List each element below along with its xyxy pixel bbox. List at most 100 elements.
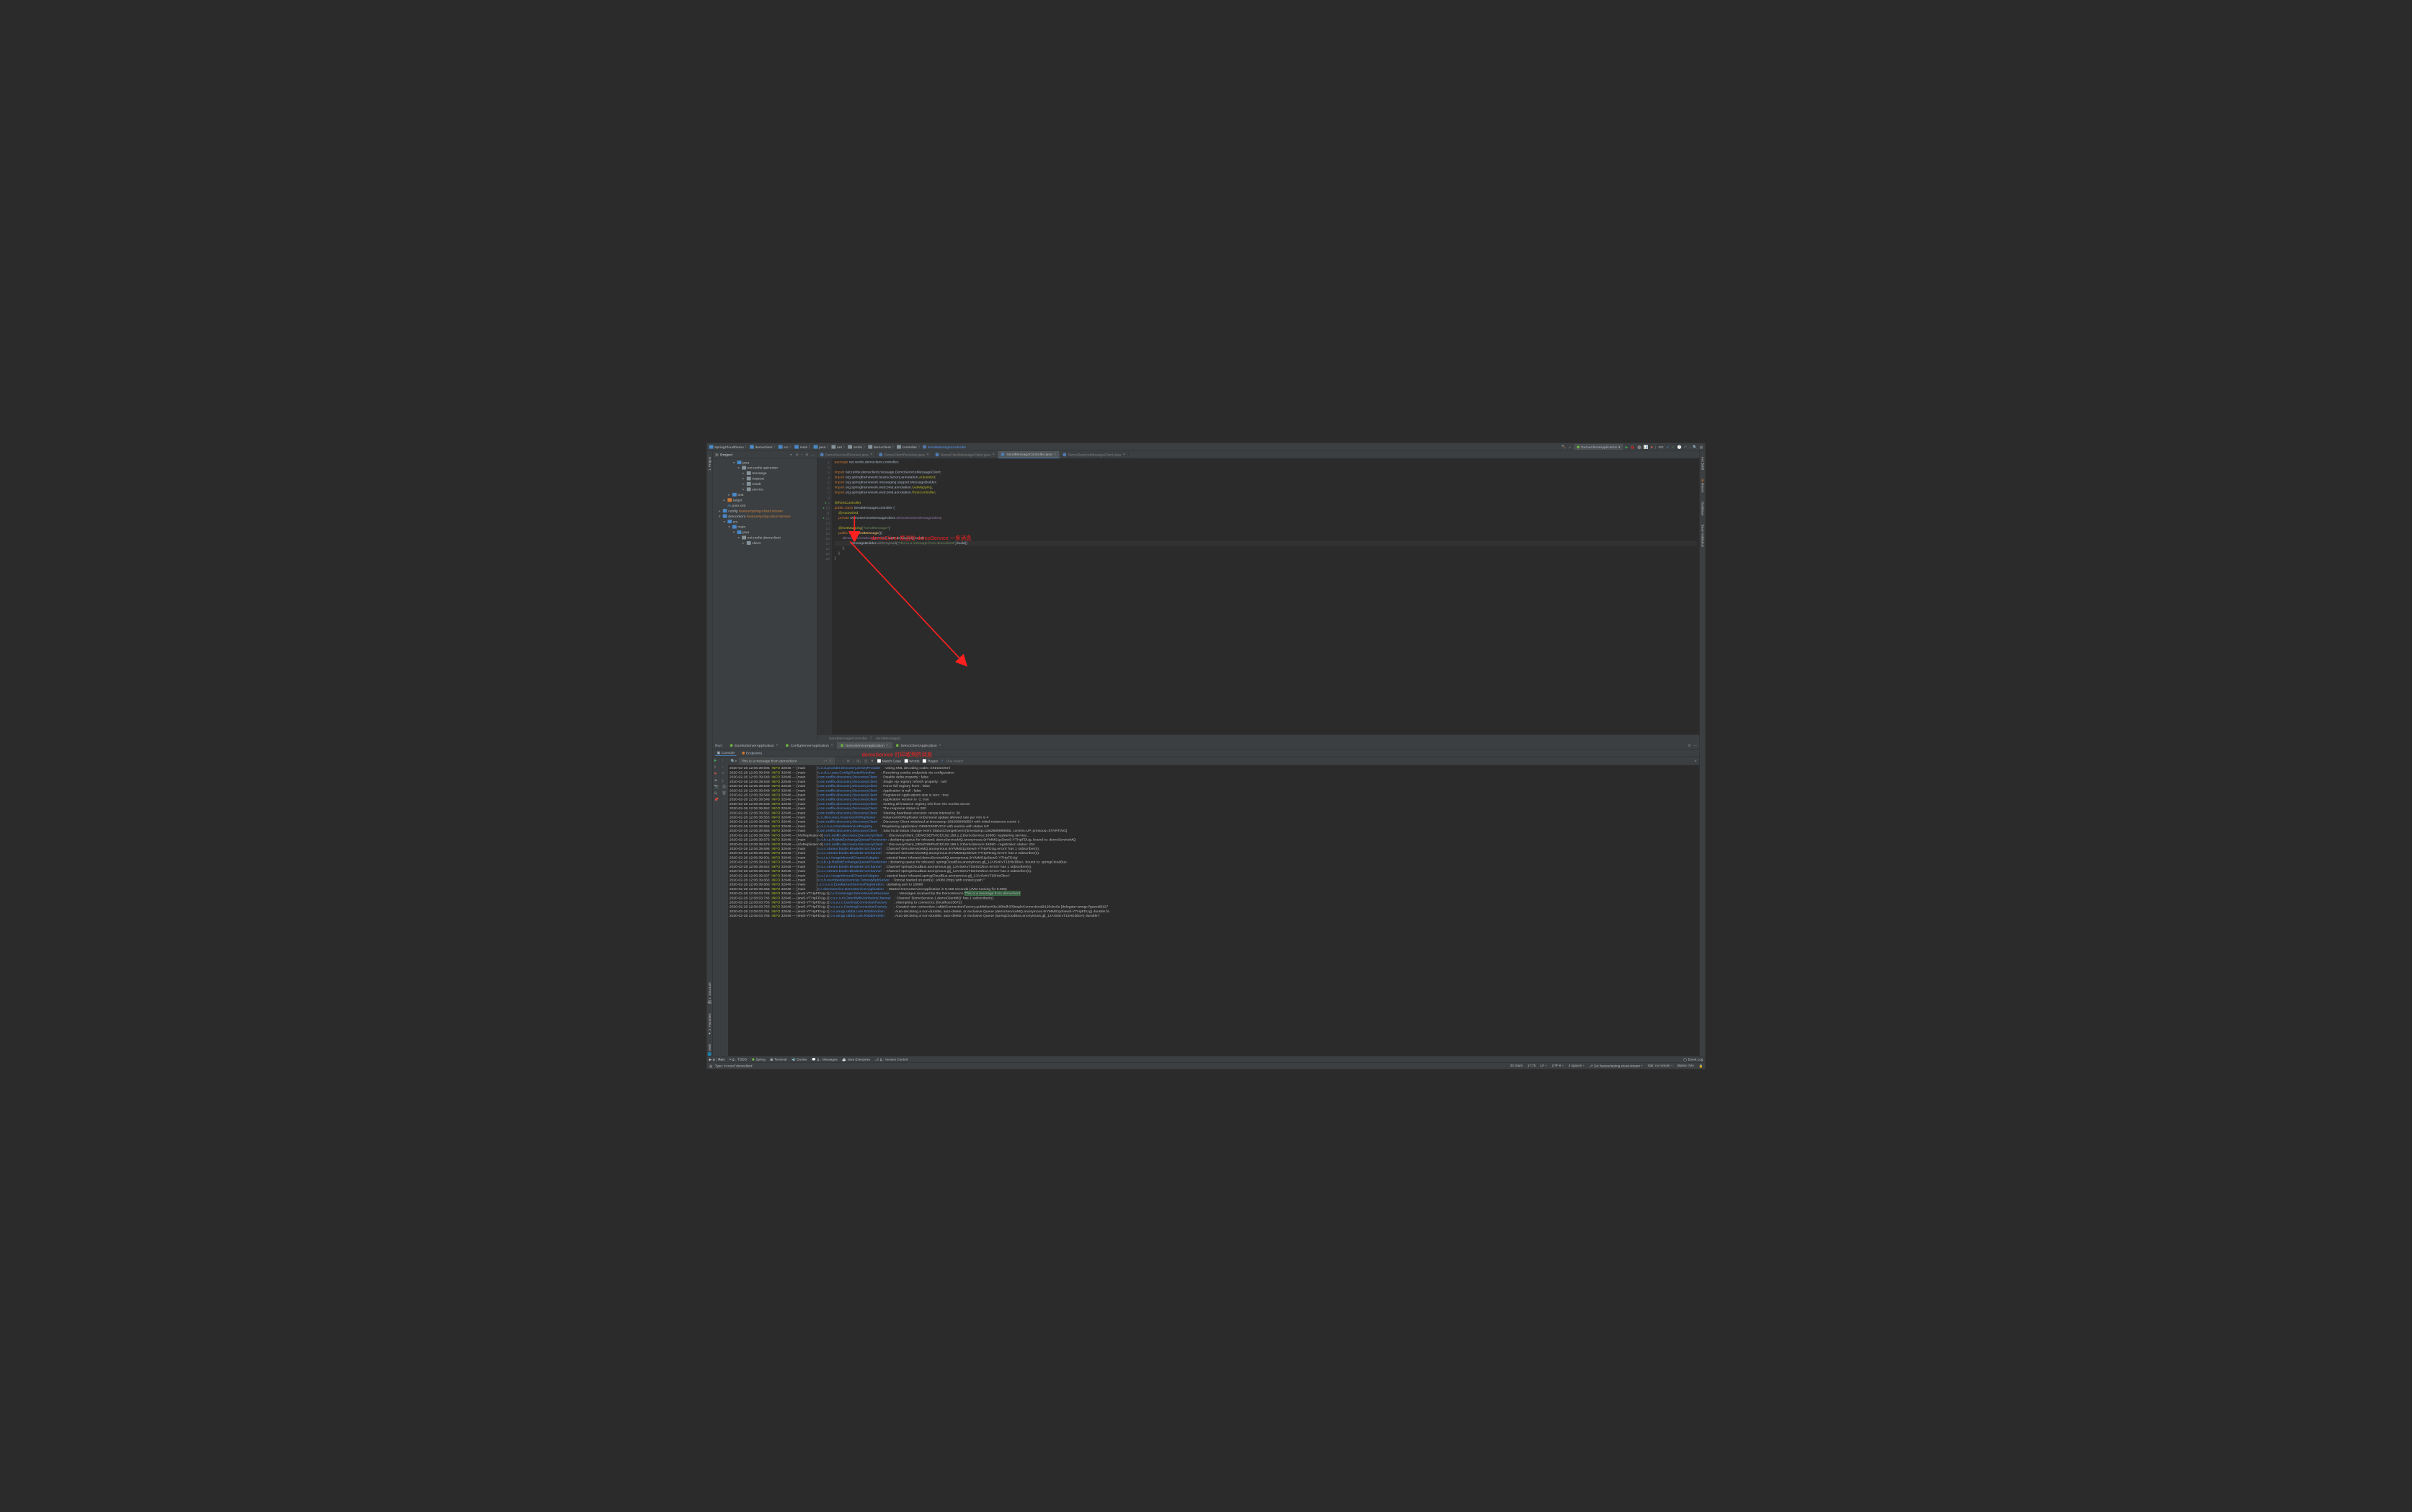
- build-icon[interactable]: 🔨: [1561, 445, 1566, 450]
- help-icon[interactable]: ?: [941, 759, 943, 763]
- tree-item[interactable]: ▾net.renfei.democlient: [713, 535, 817, 540]
- search-input[interactable]: [741, 759, 824, 763]
- run-config-tab[interactable]: ⬢EurekaServerApplication✕: [726, 742, 781, 749]
- clear-search-icon[interactable]: ⓧ: [829, 758, 833, 763]
- stop-icon[interactable]: ■: [1651, 445, 1653, 449]
- console-tab[interactable]: ▣ Console: [715, 750, 737, 756]
- git-branch[interactable]: ⎇ Git: feature/spring-cloud-stream ÷: [1589, 1064, 1643, 1067]
- back-icon[interactable]: ↙: [1569, 445, 1571, 449]
- run-config-tab[interactable]: ⬢DemoClientApplication✕: [892, 742, 945, 749]
- tree-arrow-icon[interactable]: ▸: [742, 482, 745, 486]
- debug-icon[interactable]: 🐞: [1631, 445, 1635, 449]
- gutter-run-icon[interactable]: ●: [823, 517, 825, 520]
- git-stat[interactable]: Stat: no remote ÷: [1647, 1064, 1672, 1067]
- rerun-icon[interactable]: ▶: [714, 758, 719, 763]
- hide-icon[interactable]: —: [1693, 743, 1697, 747]
- status-icon[interactable]: ▣: [709, 1064, 713, 1068]
- breadcrumb-item[interactable]: controller: [897, 445, 917, 449]
- console-output[interactable]: 2020-02-26 12:06:39.505 INFO 32946 --- […: [728, 765, 1699, 1056]
- project-tree[interactable]: ▾java▾net.renfei.apicenter▸message▸reque…: [713, 458, 817, 547]
- breadcrumb-class[interactable]: SendMessageController: [923, 445, 966, 449]
- tree-arrow-icon[interactable]: ▸: [742, 541, 745, 546]
- tree-item[interactable]: ▸service: [713, 486, 817, 492]
- run-config-selector[interactable]: ⬢ DemoClientApplication ▾: [1574, 444, 1623, 450]
- collapse-icon[interactable]: ÷: [801, 453, 803, 457]
- close-tab-icon[interactable]: ✕: [993, 453, 995, 456]
- database-tool-button[interactable]: Database: [1701, 502, 1704, 515]
- breadcrumb-class[interactable]: SendMessageController: [829, 736, 867, 740]
- hide-icon[interactable]: —: [811, 453, 815, 457]
- tree-arrow-icon[interactable]: ▾: [737, 535, 740, 540]
- tree-item[interactable]: ▾src: [713, 519, 817, 524]
- git-history-icon[interactable]: 🕐: [1677, 445, 1682, 449]
- vcs-tool-button[interactable]: ⎇ 9: Version Control: [875, 1057, 908, 1061]
- tree-arrow-icon[interactable]: ▸: [742, 487, 745, 492]
- close-tab-icon[interactable]: ✕: [830, 744, 833, 747]
- tree-item[interactable]: ▸request: [713, 476, 817, 481]
- todo-tool-button[interactable]: ≡ 6: TODO: [730, 1057, 748, 1061]
- editor-tab[interactable]: DemoClientReceiver.java✕: [876, 451, 932, 458]
- tree-arrow-icon[interactable]: ▸: [724, 498, 727, 502]
- close-tab-icon[interactable]: ✕: [1054, 453, 1056, 456]
- tree-item[interactable]: mpom.xml: [713, 503, 817, 508]
- ant-tool-button[interactable]: Ant Build: [1701, 457, 1704, 470]
- dump-icon[interactable]: 📷: [714, 785, 719, 790]
- indent[interactable]: 4 spaces ÷: [1569, 1064, 1584, 1067]
- newline-icon[interactable]: ↵: [824, 759, 827, 763]
- gear-icon[interactable]: ⚙: [805, 453, 808, 457]
- web-tool-button[interactable]: 🌐 Web: [708, 1044, 711, 1056]
- exit-icon[interactable]: ⏏: [714, 778, 719, 783]
- event-log-button[interactable]: ◯ Event Log: [1683, 1057, 1703, 1061]
- close-tab-icon[interactable]: ✕: [926, 453, 928, 456]
- tree-arrow-icon[interactable]: ▾: [737, 466, 740, 470]
- close-tab-icon[interactable]: ✕: [1122, 453, 1125, 456]
- run-icon[interactable]: ▶: [1626, 445, 1628, 449]
- favorites-tool-button[interactable]: ★ 2: Favorites: [708, 1013, 711, 1035]
- locate-icon[interactable]: ⊕: [796, 453, 799, 457]
- project-dropdown-icon[interactable]: ▦: [715, 453, 719, 457]
- structure-tool-button[interactable]: 🏗 7: Structure: [708, 982, 711, 1005]
- tree-item[interactable]: ▸client: [713, 541, 817, 546]
- tree-item[interactable]: ▸target: [713, 497, 817, 502]
- breadcrumb-item[interactable]: java: [814, 445, 826, 449]
- next-match-icon[interactable]: ↓: [842, 759, 843, 763]
- run-tool-button[interactable]: ▶ 4: Run: [709, 1057, 724, 1061]
- chevron-down-icon[interactable]: ▾: [790, 453, 792, 457]
- close-search-icon[interactable]: ✕: [1694, 759, 1697, 763]
- add-selection-icon[interactable]: ⊞₊: [856, 759, 861, 763]
- tree-item[interactable]: ▾main: [713, 524, 817, 529]
- tree-arrow-icon[interactable]: ▾: [733, 461, 736, 465]
- tree-item[interactable]: ▸result: [713, 481, 817, 486]
- terminal-tool-button[interactable]: ▣ Terminal: [770, 1057, 786, 1061]
- editor-tab[interactable]: SendMessageController.java✕: [998, 451, 1060, 458]
- search-everywhere-icon[interactable]: 🔍: [1693, 445, 1697, 449]
- tree-arrow-icon[interactable]: ▸: [742, 476, 745, 481]
- close-tab-icon[interactable]: ✕: [870, 453, 872, 456]
- breadcrumb-item[interactable]: main: [794, 445, 807, 449]
- ide-settings-icon[interactable]: ▦: [1700, 445, 1703, 449]
- editor-tab[interactable]: DemoServiceMessageClient.java✕: [1060, 451, 1128, 458]
- remove-selection-icon[interactable]: ⊟: [864, 759, 867, 763]
- run-config-tab[interactable]: ⬢DemoServiceApplication✕: [837, 742, 892, 749]
- git-update-icon[interactable]: ↙: [1667, 445, 1670, 449]
- gutter-run-icon[interactable]: ●: [825, 501, 827, 504]
- clear-icon[interactable]: 🗑: [722, 791, 727, 796]
- git-revert-icon[interactable]: ↶: [1684, 445, 1687, 449]
- maven-tool-button[interactable]: m Maven: [1701, 479, 1704, 492]
- breadcrumb-method[interactable]: sendMessage(): [876, 736, 900, 740]
- match-case-checkbox[interactable]: Match Case: [877, 759, 902, 763]
- words-checkbox[interactable]: Words: [904, 759, 919, 763]
- line-separator[interactable]: LF ÷: [1540, 1064, 1547, 1067]
- breadcrumb-item[interactable]: democlient: [750, 445, 772, 449]
- gutter-run-icon[interactable]: ●: [823, 506, 825, 510]
- pause-icon[interactable]: ⏸: [714, 765, 719, 770]
- tree-item[interactable]: ▸message: [713, 471, 817, 476]
- tree-item[interactable]: ▸test: [713, 492, 817, 497]
- select-all-icon[interactable]: ⊞: [847, 759, 850, 763]
- tree-arrow-icon[interactable]: ▾: [719, 514, 722, 518]
- tree-arrow-icon[interactable]: ▸: [742, 471, 745, 476]
- pin-icon[interactable]: 📌: [714, 798, 719, 803]
- bean-validation-tool-button[interactable]: Bean Validation: [1701, 525, 1704, 548]
- project-tool-button[interactable]: 1: Project: [708, 457, 711, 471]
- java-ee-tool-button[interactable]: ☕ Java Enterprise: [842, 1057, 870, 1061]
